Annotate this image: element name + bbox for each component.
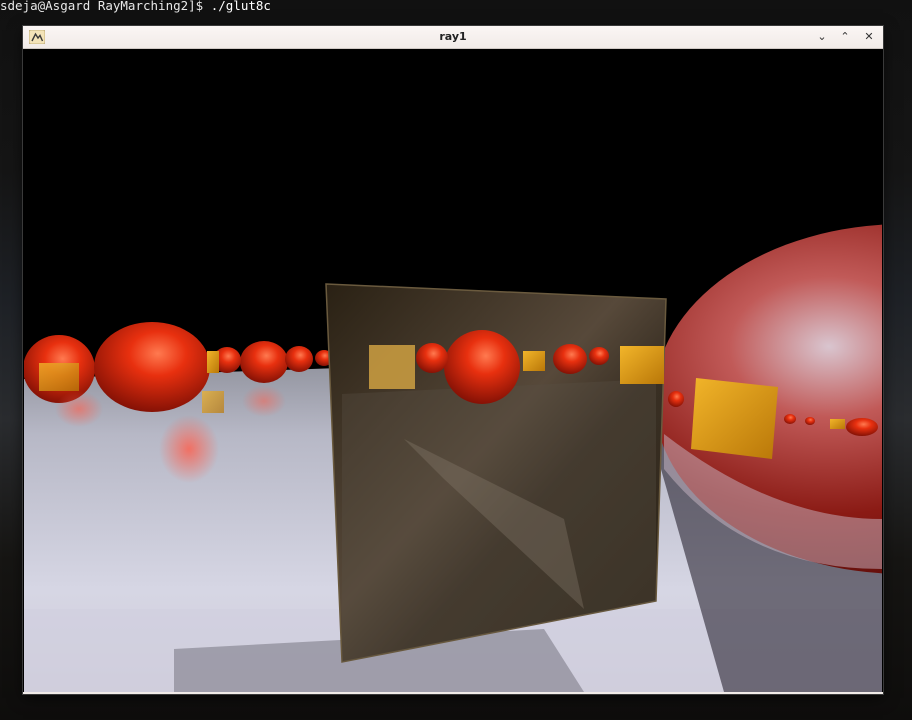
window-bottom-border xyxy=(23,692,883,694)
minimize-button[interactable]: ⌄ xyxy=(814,29,830,45)
gold-cube xyxy=(39,363,79,391)
reflected-gold-cube xyxy=(369,345,415,389)
terminal-prompt: sdeja@Asgard RayMarching2]$ xyxy=(0,0,204,13)
red-sphere xyxy=(784,414,796,424)
ray1-window[interactable]: ray1 ⌄ ⌃ ✕ xyxy=(23,26,883,694)
terminal-prompt-line: sdeja@Asgard RayMarching2]$ ./glut8c xyxy=(0,0,271,14)
red-sphere xyxy=(240,341,288,383)
gold-cube xyxy=(207,351,219,373)
red-sphere xyxy=(846,418,878,436)
red-sphere xyxy=(285,346,313,372)
reflected-red-sphere xyxy=(589,347,609,365)
reflected-gold-cube xyxy=(523,351,545,371)
close-button[interactable]: ✕ xyxy=(861,29,877,45)
sphere-reflection xyxy=(159,415,219,483)
red-sphere xyxy=(805,417,815,425)
reflected-gold-cube xyxy=(620,346,664,384)
reflected-red-sphere xyxy=(553,344,587,374)
gold-cube xyxy=(202,391,224,413)
maximize-button[interactable]: ⌃ xyxy=(837,29,853,45)
red-sphere xyxy=(94,322,210,412)
gold-cube xyxy=(830,419,845,429)
raymarched-scene xyxy=(24,49,882,692)
sphere-reflection xyxy=(242,385,286,417)
reflected-red-sphere xyxy=(416,343,448,373)
reflected-red-sphere xyxy=(444,330,520,404)
terminal-command: ./glut8c xyxy=(210,0,271,13)
window-title: ray1 xyxy=(439,30,467,43)
gold-cube-right xyxy=(691,378,778,459)
sphere-reflection xyxy=(55,391,103,427)
red-sphere xyxy=(668,391,684,407)
render-viewport[interactable] xyxy=(24,49,882,692)
window-titlebar[interactable]: ray1 ⌄ ⌃ ✕ xyxy=(23,26,883,49)
